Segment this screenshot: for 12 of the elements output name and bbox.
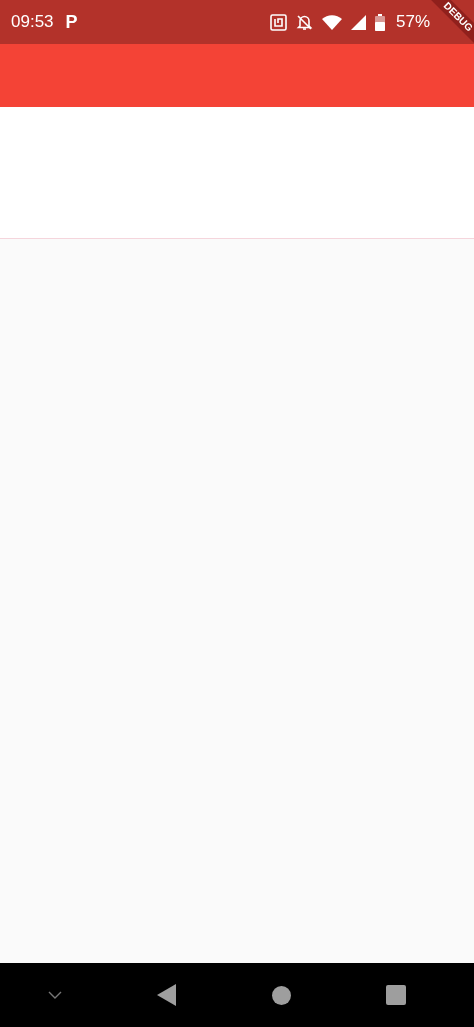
nfc-icon xyxy=(269,13,287,31)
clock-time: 09:53 xyxy=(11,12,54,32)
wifi-icon xyxy=(321,14,342,30)
chevron-down-icon[interactable] xyxy=(47,991,62,999)
home-icon[interactable] xyxy=(271,985,291,1005)
back-icon[interactable] xyxy=(157,984,177,1006)
battery-percent: 57% xyxy=(395,12,430,32)
bell-off-icon xyxy=(295,13,313,31)
signal-icon xyxy=(350,14,366,30)
recents-icon[interactable] xyxy=(386,985,407,1005)
notification-letter: P xyxy=(65,11,78,33)
battery-icon xyxy=(374,13,385,31)
